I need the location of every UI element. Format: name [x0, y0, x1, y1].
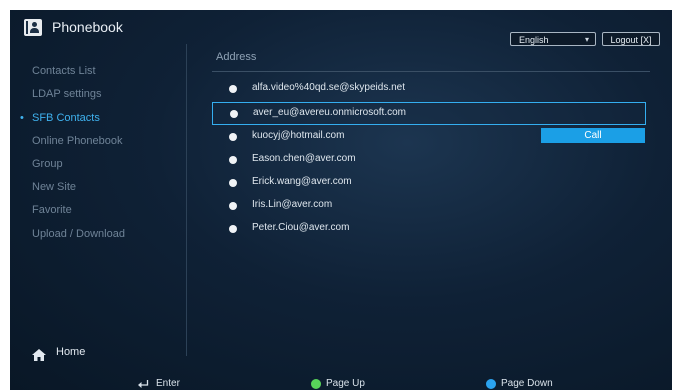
contact-address: Iris.Lin@aver.com [252, 199, 333, 210]
logout-button[interactable]: Logout [X] [602, 32, 660, 46]
radio-icon[interactable] [229, 133, 237, 141]
contact-row[interactable]: Eason.chen@aver.com [212, 149, 646, 172]
contact-address: Peter.Ciou@aver.com [252, 222, 350, 233]
contact-row[interactable]: Iris.Lin@aver.com [212, 195, 646, 218]
radio-icon[interactable] [229, 179, 237, 187]
sidebar-item-new-site[interactable]: New Site [32, 181, 76, 193]
call-button[interactable]: Call [541, 128, 645, 143]
contact-row[interactable]: alfa.video%40qd.se@skypeids.net [212, 78, 646, 101]
header-divider [212, 71, 650, 72]
header-bar: Phonebook English ▾ Logout [X] [10, 10, 672, 46]
page-down-hint[interactable]: Page Down [501, 378, 553, 389]
green-button-icon [311, 379, 321, 389]
sidebar-item-label: New Site [32, 181, 77, 193]
sidebar: Contacts List LDAP settings • SFB Contac… [10, 44, 187, 356]
sidebar-item-sfb-contacts[interactable]: • SFB Contacts [20, 112, 100, 124]
footer-hints: Enter Page Up Page Down [10, 378, 672, 390]
enter-hint: Enter [156, 378, 180, 389]
phonebook-screen: Phonebook English ▾ Logout [X] Contacts … [10, 10, 672, 390]
sidebar-item-label: Group [32, 158, 63, 170]
sidebar-item-ldap-settings[interactable]: LDAP settings [32, 88, 102, 100]
contact-row[interactable]: Erick.wang@aver.com [212, 172, 646, 195]
sidebar-item-label: Online Phonebook [32, 135, 123, 147]
contact-row[interactable]: kuocyj@hotmail.com [212, 126, 532, 149]
radio-icon[interactable] [229, 225, 237, 233]
chevron-down-icon: ▾ [584, 35, 589, 44]
app-title: Phonebook [52, 19, 123, 35]
active-bullet-icon: • [20, 112, 24, 124]
blue-button-icon [486, 379, 496, 389]
language-select[interactable]: English ▾ [510, 32, 596, 46]
page-up-hint[interactable]: Page Up [326, 378, 365, 389]
contact-address: kuocyj@hotmail.com [252, 130, 345, 141]
home-icon[interactable] [32, 349, 46, 361]
sidebar-item-favorite[interactable]: Favorite [32, 204, 72, 216]
sidebar-item-label: Favorite [32, 204, 72, 216]
sidebar-item-label: Upload / Download [32, 228, 125, 240]
sidebar-item-online-phonebook[interactable]: Online Phonebook [32, 135, 123, 147]
sidebar-item-label: SFB Contacts [32, 112, 100, 124]
sidebar-item-contacts-list[interactable]: Contacts List [32, 65, 96, 77]
sidebar-item-group[interactable]: Group [32, 158, 63, 170]
contact-row-selected[interactable]: aver_eu@avereu.onmicrosoft.com [212, 102, 646, 125]
enter-icon [138, 380, 149, 388]
contact-address: alfa.video%40qd.se@skypeids.net [252, 82, 406, 93]
sidebar-item-upload-download[interactable]: Upload / Download [32, 228, 125, 240]
radio-icon[interactable] [229, 85, 237, 93]
radio-icon[interactable] [229, 202, 237, 210]
contact-address: Erick.wang@aver.com [252, 176, 352, 187]
home-button[interactable]: Home [56, 346, 85, 358]
contact-address: Eason.chen@aver.com [252, 153, 356, 164]
radio-icon[interactable] [229, 156, 237, 164]
address-column-header: Address [216, 51, 257, 63]
contact-address: aver_eu@avereu.onmicrosoft.com [253, 107, 406, 118]
phonebook-icon [24, 19, 42, 36]
contact-row[interactable]: Peter.Ciou@aver.com [212, 218, 646, 241]
sidebar-item-label: LDAP settings [32, 88, 102, 100]
language-value: English [519, 35, 549, 45]
sidebar-item-label: Contacts List [32, 65, 96, 77]
radio-icon[interactable] [230, 110, 238, 118]
